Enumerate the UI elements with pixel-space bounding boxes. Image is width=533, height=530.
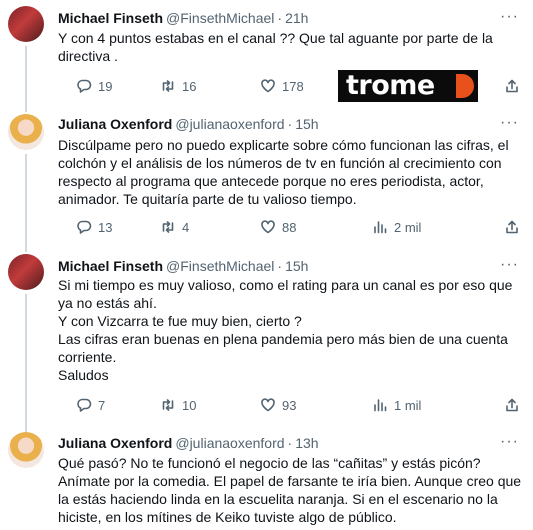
share-icon: [506, 79, 518, 93]
reply-button[interactable]: 13: [76, 217, 112, 237]
like-icon: [261, 220, 275, 234]
timestamp[interactable]: 21h: [285, 10, 308, 26]
share-button[interactable]: [504, 76, 520, 96]
timestamp[interactable]: 15h: [285, 258, 308, 274]
avatar[interactable]: [8, 254, 44, 290]
avatar[interactable]: [8, 114, 44, 150]
retweet-count: 4: [182, 219, 190, 235]
tweet[interactable]: Juliana Oxenford @julianaoxenford · 15h ···…: [0, 108, 533, 246]
reply-button[interactable]: 7: [76, 395, 105, 415]
like-icon: [261, 398, 275, 412]
retweet-button[interactable]: 10: [160, 395, 196, 415]
share-button[interactable]: [504, 395, 520, 415]
share-button[interactable]: [504, 217, 520, 237]
more-icon[interactable]: ···: [500, 8, 519, 26]
timestamp[interactable]: 13h: [295, 435, 318, 451]
reply-count: 19: [98, 78, 113, 94]
author-handle[interactable]: @FinsethMichael: [166, 10, 274, 26]
tweet[interactable]: Juliana Oxenford @julianaoxenford · 13h ···…: [0, 426, 533, 530]
like-count: 88: [282, 219, 297, 235]
retweet-button[interactable]: 16: [160, 76, 196, 96]
tweet-header: Michael Finseth @FinsethMichael · 15h: [58, 258, 309, 274]
views-count: 1 mil: [394, 397, 422, 413]
retweet-icon: [162, 80, 174, 92]
tweet-text: Si mi tiempo es muy valioso, como el rat…: [58, 277, 513, 383]
more-icon[interactable]: ···: [500, 256, 519, 274]
author-name[interactable]: Michael Finseth: [58, 10, 163, 26]
reply-icon: [77, 79, 92, 93]
reply-count: 7: [98, 397, 106, 413]
views-icon: [374, 221, 387, 234]
share-icon: [506, 398, 518, 412]
avatar[interactable]: [8, 432, 44, 468]
retweet-count: 16: [182, 78, 197, 94]
like-count: 178: [282, 78, 304, 94]
reply-icon: [77, 220, 92, 234]
retweet-button[interactable]: 4: [160, 217, 189, 237]
tweet-text: Y con 4 puntos estabas en el canal ?? Qu…: [58, 30, 493, 64]
timestamp[interactable]: 15h: [295, 116, 318, 132]
reply-icon: [77, 398, 92, 412]
reply-button[interactable]: 19: [76, 76, 112, 96]
retweet-icon: [162, 399, 174, 411]
more-icon[interactable]: ···: [500, 114, 519, 132]
reply-count: 13: [98, 219, 113, 235]
author-name[interactable]: Michael Finseth: [58, 258, 163, 274]
tweet-header: Juliana Oxenford @julianaoxenford · 13h: [58, 435, 319, 451]
tweet-actions: 7 10 93 1 mil: [50, 395, 520, 415]
like-icon: [261, 79, 275, 93]
views-button[interactable]: 2 mil: [372, 217, 421, 237]
share-icon: [506, 220, 518, 234]
avatar[interactable]: [8, 6, 44, 42]
tweet-header: Michael Finseth @FinsethMichael · 21h: [58, 10, 309, 26]
retweet-count: 10: [182, 397, 197, 413]
retweet-icon: [162, 221, 174, 233]
author-name[interactable]: Juliana Oxenford: [58, 435, 172, 451]
views-count: 2 mil: [394, 219, 422, 235]
tweet-text: Discúlpame pero no puedo explicarte sobr…: [58, 137, 509, 207]
views-button[interactable]: 1 mil: [372, 395, 421, 415]
more-icon[interactable]: ···: [500, 433, 519, 451]
views-icon: [374, 399, 387, 412]
tweet-actions: 13 4 88 2 mil: [50, 217, 520, 237]
tweet[interactable]: Michael Finseth @FinsethMichael · 15h ··· S…: [0, 248, 533, 424]
author-handle[interactable]: @FinsethMichael: [166, 258, 274, 274]
author-handle[interactable]: @julianaoxenford: [175, 116, 284, 132]
tweet[interactable]: Michael Finseth @FinsethMichael · 21h ··· Y…: [0, 0, 533, 106]
author-name[interactable]: Juliana Oxenford: [58, 116, 172, 132]
like-button[interactable]: 178: [260, 76, 304, 96]
trome-watermark: trome: [338, 70, 478, 102]
tweet-header: Juliana Oxenford @julianaoxenford · 15h: [58, 116, 319, 132]
author-handle[interactable]: @julianaoxenford: [175, 435, 284, 451]
like-button[interactable]: 93: [260, 395, 296, 415]
tweet-text: Qué pasó? No te funcionó el negocio de l…: [58, 455, 522, 525]
like-count: 93: [282, 397, 297, 413]
like-button[interactable]: 88: [260, 217, 296, 237]
